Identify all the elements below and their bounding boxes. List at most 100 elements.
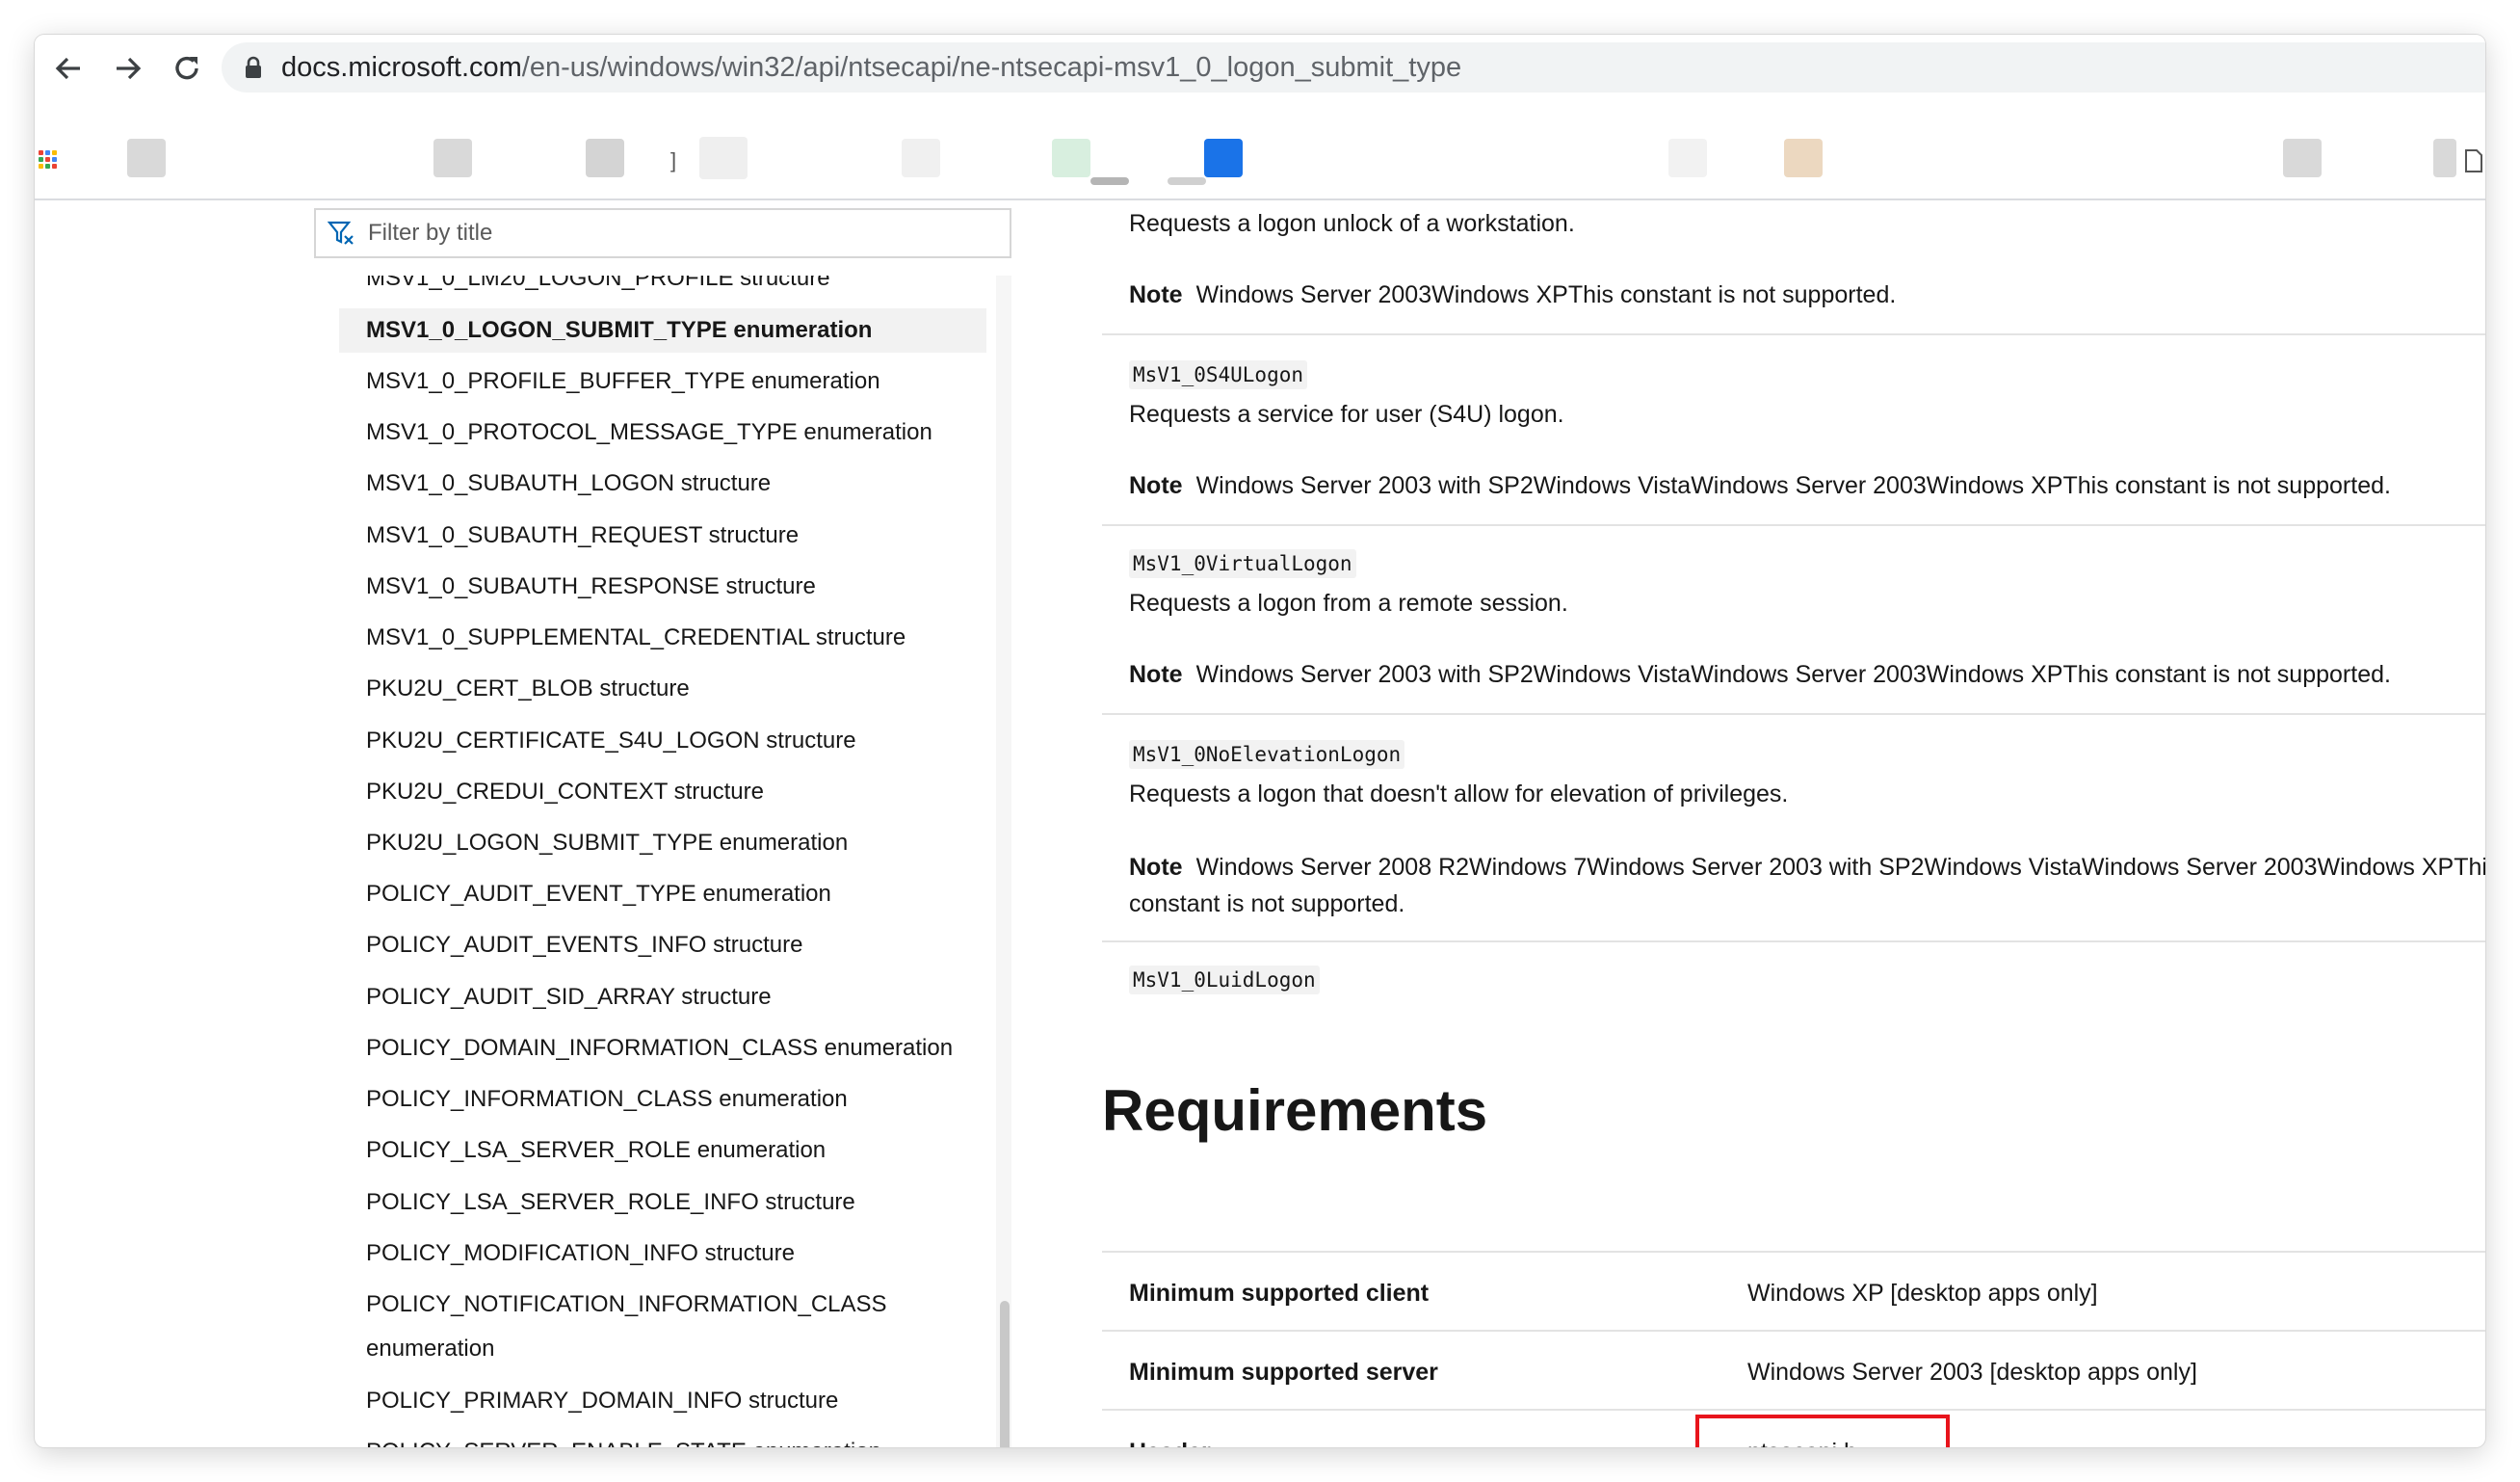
toc-item-label: MSV1_0_SUBAUTH_LOGON structure [366,470,772,496]
toc-item[interactable]: MSV1_0_LM20_LOGON_PROFILE structure [339,276,986,301]
bookmark-favicon[interactable] [2283,139,2322,177]
bookmark-favicon[interactable] [1784,139,1823,177]
toc-item-label: POLICY_LSA_SERVER_ROLE_INFO structure [366,1189,855,1215]
note-label: Note [1129,472,1183,499]
bookmark-underline [1168,177,1206,185]
lock-icon [241,55,266,80]
toc-item-label: MSV1_0_LOGON_SUBMIT_TYPE enumeration [366,317,873,343]
toc-item[interactable]: POLICY_DOMAIN_INFORMATION_CLASS enumerat… [339,1026,986,1071]
bookmark-folder-icon[interactable] [2464,148,2483,173]
bookmark-favicon[interactable] [1052,139,1090,177]
toc-item-label: POLICY_NOTIFICATION_INFORMATION_CLASS [366,1291,887,1317]
toc-item-label: MSV1_0_SUBAUTH_REQUEST structure [366,522,800,548]
forward-button[interactable] [108,48,148,89]
toc-item[interactable]: POLICY_LSA_SERVER_ROLE enumeration [339,1128,986,1173]
divider [1102,524,2485,526]
toc-item-label: POLICY_AUDIT_EVENT_TYPE enumeration [366,881,831,907]
bookmark-favicon[interactable] [127,139,166,177]
toc-item[interactable]: POLICY_PRIMARY_DOMAIN_INFO structure [339,1379,986,1423]
note-label: Note [1129,854,1183,881]
toc-item-label: MSV1_0_SUBAUTH_RESPONSE structure [366,573,816,599]
note-label: Note [1129,661,1183,688]
bookmark-favicon[interactable] [902,139,940,177]
virtual-note: Note Windows Server 2003 with SP2Windows … [1129,661,2391,689]
toc-item-label: POLICY_MODIFICATION_INFO structure [366,1240,795,1266]
table-divider [1102,1330,2485,1332]
url-text: docs.microsoft.com/en-us/windows/win32/a… [281,52,1461,84]
toc-item-continuation[interactable]: enumeration [339,1327,986,1371]
toc-item[interactable]: POLICY_NOTIFICATION_INFORMATION_CLASS [339,1283,986,1327]
toc-item-label: MSV1_0_SUPPLEMENTAL_CREDENTIAL structure [366,624,906,650]
bookmark-favicon[interactable] [1204,139,1243,177]
toc-item[interactable]: MSV1_0_SUBAUTH_LOGON structure [339,462,986,506]
main-content: Requests a logon unlock of a workstation… [1102,198,2485,1447]
toc-item[interactable]: POLICY_LSA_SERVER_ROLE_INFO structure [339,1180,986,1225]
noelev-description: Requests a logon that doesn't allow for … [1129,781,1789,807]
toc-item[interactable]: MSV1_0_PROFILE_BUFFER_TYPE enumeration [339,359,986,404]
toc-item-label: POLICY_DOMAIN_INFORMATION_CLASS enumerat… [366,1035,954,1061]
toc-item[interactable]: MSV1_0_SUBAUTH_RESPONSE structure [339,565,986,609]
s4u-description: Requests a service for user (S4U) logon. [1129,401,1564,428]
noelev-note-continued: constant is not supported. [1129,890,1405,917]
toc-item[interactable]: PKU2U_LOGON_SUBMIT_TYPE enumeration [339,821,986,865]
toc-item-label: MSV1_0_PROFILE_BUFFER_TYPE enumeration [366,368,880,394]
browser-toolbar: docs.microsoft.com/en-us/windows/win32/a… [35,35,2485,100]
forward-arrow-icon [117,57,142,80]
requirements-heading: Requirements [1102,1078,1488,1143]
toc-item[interactable]: POLICY_MODIFICATION_INFO structure [339,1231,986,1276]
apps-grid-icon[interactable] [39,150,58,175]
toc-item-label: enumeration [366,1336,495,1362]
toc-item[interactable]: POLICY_INFORMATION_CLASS enumeration [339,1077,986,1122]
toc-item[interactable]: PKU2U_CERT_BLOB structure [339,667,986,711]
toc-item[interactable]: POLICY_AUDIT_EVENTS_INFO structure [339,923,986,967]
toc-item-active[interactable]: MSV1_0_LOGON_SUBMIT_TYPE enumeration [339,308,986,353]
toc-item[interactable]: PKU2U_CERTIFICATE_S4U_LOGON structure [339,719,986,763]
bookmark-favicon[interactable] [699,137,748,179]
bookmark-partial-label[interactable]: ] [670,148,676,173]
requirement-value: Windows XP [desktop apps only] [1747,1280,2098,1307]
toc-item-label: MSV1_0_LM20_LOGON_PROFILE structure [366,276,830,291]
highlight-annotation-box [1695,1415,1950,1447]
toc-item[interactable]: MSV1_0_SUBAUTH_REQUEST structure [339,514,986,558]
requirement-label: Minimum supported client [1129,1280,1430,1307]
table-divider [1102,1409,2485,1411]
reload-button[interactable] [167,48,207,89]
note-label: Note [1129,281,1183,308]
note-text: Windows Server 2008 R2Windows 7Windows S… [1195,854,2485,881]
bookmark-favicon[interactable] [586,139,624,177]
divider [1102,333,2485,335]
back-arrow-icon [55,57,80,80]
toc-item-label: POLICY_SERVER_ENABLE_STATE enumeration [366,1439,881,1447]
browser-window: docs.microsoft.com/en-us/windows/win32/a… [35,35,2485,1447]
filter-placeholder: Filter by title [368,220,493,246]
constant-code: MsV1_0LuidLogon [1129,966,1320,994]
toc-item-label: PKU2U_CREDUI_CONTEXT structure [366,779,764,805]
bookmark-favicon[interactable] [1668,139,1707,177]
toc-item[interactable]: POLICY_AUDIT_SID_ARRAY structure [339,975,986,1019]
filter-input[interactable]: Filter by title [314,208,1011,258]
toc-item[interactable]: MSV1_0_PROTOCOL_MESSAGE_TYPE enumeration [339,410,986,455]
unlock-description: Requests a logon unlock of a workstation… [1129,210,1575,237]
address-bar[interactable]: docs.microsoft.com/en-us/windows/win32/a… [222,42,2485,93]
bookmark-favicon[interactable] [2433,139,2456,177]
toc-scrollbar-track[interactable] [996,276,1011,1447]
toc-item[interactable]: PKU2U_CREDUI_CONTEXT structure [339,770,986,814]
toc-item[interactable]: POLICY_SERVER_ENABLE_STATE enumeration [339,1430,986,1447]
toc-item-label: POLICY_PRIMARY_DOMAIN_INFO structure [366,1388,839,1414]
note-text: Windows Server 2003 with SP2Windows Vist… [1195,661,2391,688]
toc-item-label: PKU2U_LOGON_SUBMIT_TYPE enumeration [366,830,849,856]
toc-item[interactable]: MSV1_0_SUPPLEMENTAL_CREDENTIAL structure [339,616,986,660]
note-text: Windows Server 2003Windows XPThis consta… [1195,281,1897,308]
toc-scrollbar-thumb[interactable] [1000,1301,1010,1447]
back-button[interactable] [48,48,89,89]
requirement-label: Minimum supported server [1129,1359,1438,1386]
toc-item-label: POLICY_LSA_SERVER_ROLE enumeration [366,1137,827,1163]
s4u-note: Note Windows Server 2003 with SP2Windows … [1129,472,2391,500]
bookmark-favicon[interactable] [433,139,472,177]
reload-icon [175,56,198,80]
toc-item-label: PKU2U_CERT_BLOB structure [366,675,690,701]
requirement-value: Windows Server 2003 [desktop apps only] [1747,1359,2197,1386]
requirement-label: Header [1129,1439,1211,1447]
toc-item-label: MSV1_0_PROTOCOL_MESSAGE_TYPE enumeration [366,419,932,445]
toc-item[interactable]: POLICY_AUDIT_EVENT_TYPE enumeration [339,872,986,916]
